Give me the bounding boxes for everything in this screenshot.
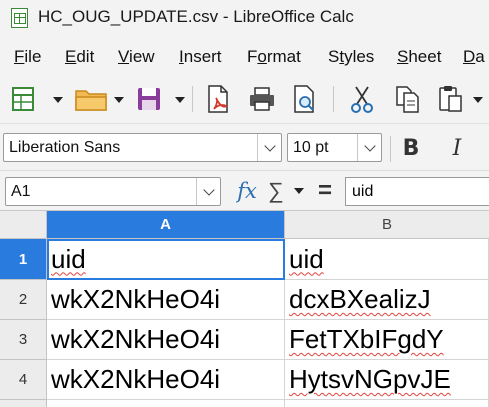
- cell-b4-text: HytsvNGpvJE: [289, 364, 451, 394]
- row-header-2[interactable]: 2: [0, 280, 47, 320]
- open-button[interactable]: [72, 82, 112, 116]
- column-header-b[interactable]: B: [285, 211, 489, 239]
- paste-button[interactable]: [434, 82, 468, 116]
- function-wizard-button[interactable]: fx: [232, 177, 262, 205]
- cut-icon: [351, 86, 373, 113]
- font-name-dropdown-button[interactable]: [257, 134, 281, 161]
- cell-a5[interactable]: [47, 400, 285, 407]
- font-size-dropdown-button[interactable]: [357, 134, 381, 161]
- new-dropdown-arrow[interactable]: [53, 97, 63, 103]
- cut-button[interactable]: [345, 82, 379, 116]
- save-dropdown-arrow[interactable]: [175, 97, 185, 103]
- save-icon: [138, 88, 160, 110]
- new-spreadsheet-button[interactable]: [6, 82, 40, 116]
- cell-a2-text: wkX2NkHeO4i: [51, 284, 221, 314]
- standard-toolbar: [0, 74, 489, 124]
- window-title: HC_OUG_UPDATE.csv - LibreOffice Calc: [38, 7, 354, 26]
- menu-file-label: File: [14, 47, 42, 66]
- row-header-3[interactable]: 3: [0, 320, 47, 360]
- row-header-1[interactable]: 1: [0, 239, 47, 280]
- font-name-combo[interactable]: Liberation Sans: [3, 133, 282, 162]
- cell-b2-text: dcxBXealizJ: [289, 284, 431, 314]
- calc-app-icon: [11, 8, 28, 28]
- cell-a4[interactable]: wkX2NkHeO4i: [47, 360, 285, 400]
- menu-bar: File Edit View Insert Format Styles Shee…: [0, 36, 489, 74]
- paste-icon: [439, 86, 462, 112]
- name-box-dropdown-button[interactable]: [196, 178, 220, 205]
- export-pdf-icon: [208, 85, 228, 113]
- font-name-value: Liberation Sans: [9, 139, 121, 156]
- spreadsheet-grid: A B 1 uid uid 2 wkX2NkHeO4i dcxBXealizJ …: [0, 211, 489, 407]
- cell-b3[interactable]: FetTXbIFgdY: [285, 320, 489, 360]
- copy-button[interactable]: [390, 82, 424, 116]
- menu-edit[interactable]: Edit: [65, 47, 94, 67]
- sum-button[interactable]: ∑: [265, 177, 287, 205]
- formula-content: uid: [352, 183, 374, 200]
- chevron-down-icon: [363, 139, 376, 152]
- menu-insert[interactable]: Insert: [179, 47, 222, 67]
- menu-styles[interactable]: Styles: [328, 47, 374, 67]
- export-pdf-button[interactable]: [201, 82, 235, 116]
- menu-edit-label: Edit: [65, 47, 95, 66]
- menu-data[interactable]: Da: [463, 47, 485, 67]
- menu-styles-label: Styles: [328, 47, 375, 66]
- menu-file[interactable]: File: [14, 47, 41, 67]
- cell-a1[interactable]: uid: [47, 239, 285, 280]
- name-box[interactable]: A1: [5, 177, 221, 206]
- bold-button[interactable]: B: [396, 134, 426, 162]
- font-size-combo[interactable]: 10 pt: [287, 133, 382, 162]
- menu-view-label: View: [118, 47, 155, 66]
- cell-a1-text: uid: [51, 243, 86, 274]
- sum-dropdown-arrow[interactable]: [294, 188, 304, 194]
- menu-format[interactable]: Format: [247, 47, 301, 67]
- menu-data-label: Da: [463, 47, 485, 66]
- font-size-value: 10 pt: [293, 139, 329, 156]
- title-bar: HC_OUG_UPDATE.csv - LibreOffice Calc: [0, 0, 489, 36]
- italic-button[interactable]: I: [442, 134, 472, 162]
- toolbar-separator: [390, 136, 391, 162]
- menu-view[interactable]: View: [118, 47, 155, 67]
- select-all-corner[interactable]: [0, 211, 47, 239]
- toolbar-separator: [192, 86, 193, 112]
- cell-b2[interactable]: dcxBXealizJ: [285, 280, 489, 320]
- formatting-toolbar: Liberation Sans 10 pt B I: [0, 124, 489, 171]
- toolbar-separator: [333, 86, 334, 112]
- name-box-value: A1: [11, 183, 31, 200]
- print-icon: [250, 87, 274, 111]
- print-preview-icon: [294, 85, 314, 113]
- row-header-5[interactable]: [0, 400, 47, 407]
- cell-b3-text: FetTXbIFgdY: [289, 324, 444, 354]
- new-spreadsheet-icon: [12, 87, 34, 111]
- cell-a3-text: wkX2NkHeO4i: [51, 324, 221, 354]
- print-preview-button[interactable]: [288, 82, 322, 116]
- formula-bar: A1 fx ∑ = uid: [0, 171, 489, 211]
- open-dropdown-arrow[interactable]: [114, 97, 124, 103]
- cell-b4[interactable]: HytsvNGpvJE: [285, 360, 489, 400]
- column-header-a[interactable]: A: [47, 211, 285, 239]
- menu-sheet-label: Sheet: [397, 47, 442, 66]
- chevron-down-icon: [202, 183, 215, 196]
- cell-b1[interactable]: uid: [285, 239, 489, 280]
- chevron-down-icon: [263, 139, 276, 152]
- print-button[interactable]: [245, 82, 279, 116]
- formula-input[interactable]: uid: [345, 177, 489, 206]
- cell-a4-text: wkX2NkHeO4i: [51, 364, 221, 394]
- cell-b5[interactable]: [285, 400, 489, 407]
- cell-a3[interactable]: wkX2NkHeO4i: [47, 320, 285, 360]
- paste-dropdown-arrow[interactable]: [473, 97, 483, 103]
- menu-format-label: Format: [247, 47, 301, 66]
- formula-equals-button[interactable]: =: [313, 177, 337, 205]
- menu-insert-label: Insert: [179, 47, 222, 66]
- open-folder-icon: [75, 90, 107, 111]
- menu-sheet[interactable]: Sheet: [397, 47, 441, 67]
- save-button[interactable]: [132, 82, 166, 116]
- cell-a2[interactable]: wkX2NkHeO4i: [47, 280, 285, 320]
- row-header-4[interactable]: 4: [0, 360, 47, 400]
- cell-b1-text: uid: [289, 243, 324, 274]
- copy-icon: [396, 86, 419, 113]
